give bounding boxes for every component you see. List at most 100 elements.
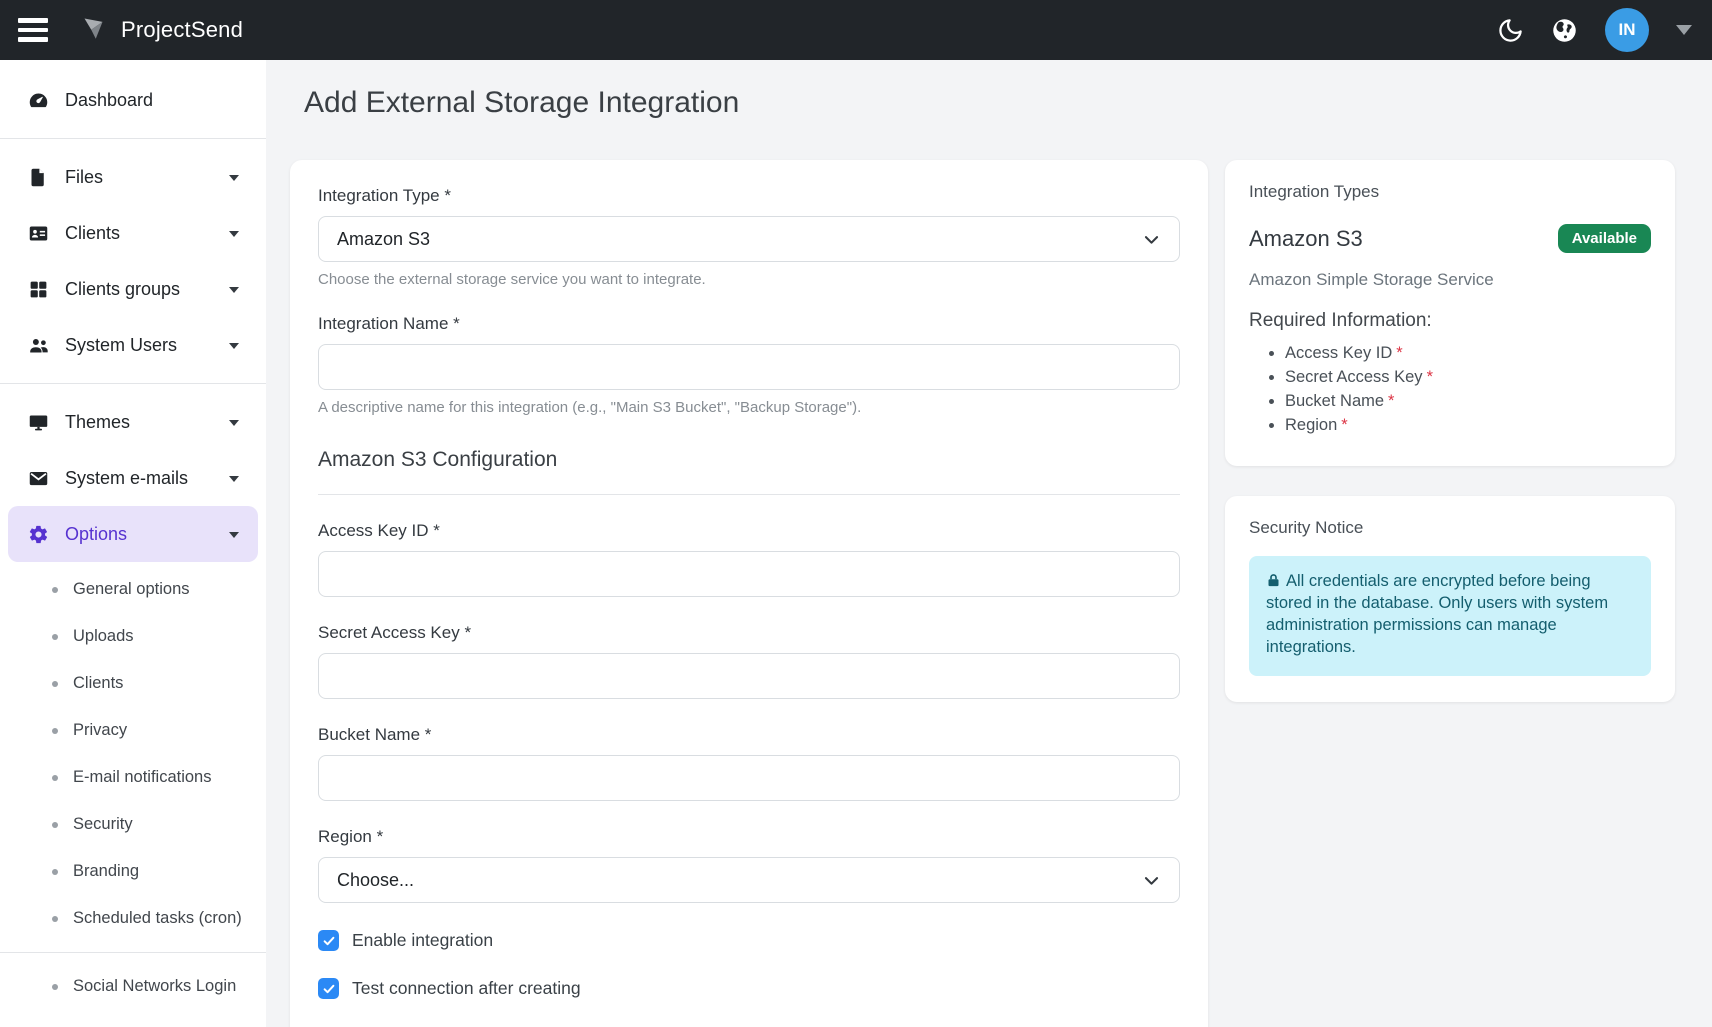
integration-form-card: Integration Type * Amazon S3 Choose the … (290, 160, 1208, 1027)
caret-down-icon (229, 476, 239, 487)
integration-types-title: Integration Types (1249, 182, 1651, 202)
caret-down-icon (229, 175, 239, 186)
service-name: Amazon S3 (1249, 226, 1363, 252)
bullet-icon (52, 728, 58, 734)
page-title: Add External Storage Integration (304, 86, 1675, 120)
integration-type-select[interactable]: Amazon S3 (318, 216, 1180, 262)
right-panel: Integration Types Amazon S3 Available Am… (1225, 160, 1675, 702)
security-notice-title: Security Notice (1249, 518, 1651, 538)
check-icon (322, 982, 336, 996)
bullet-icon (52, 681, 58, 687)
sidebar-item-label: Dashboard (65, 90, 153, 111)
gear-icon (28, 524, 49, 545)
dark-mode-moon-icon[interactable] (1497, 17, 1524, 44)
sidebar-item-label: Options (65, 524, 127, 545)
access-key-input[interactable] (318, 551, 1180, 597)
bullet-icon (52, 822, 58, 828)
sidebar-item-themes[interactable]: Themes (0, 394, 266, 450)
sidebar-subitem-scheduled-tasks[interactable]: Scheduled tasks (cron) (0, 895, 266, 942)
sidebar-item-label: System Users (65, 335, 177, 356)
sidebar-item-label: Clients groups (65, 279, 180, 300)
bullet-icon (52, 634, 58, 640)
main-content: Add External Storage Integration Integra… (266, 60, 1712, 1027)
sidebar-subitem-branding[interactable]: Branding (0, 848, 266, 895)
required-item: Access Key ID* (1285, 344, 1651, 363)
sidebar-subitem-privacy[interactable]: Privacy (0, 707, 266, 754)
enable-integration-label: Enable integration (352, 930, 493, 951)
sidebar-subitem-label: Security (73, 815, 133, 834)
bullet-icon (52, 587, 58, 593)
sidebar-subitem-security[interactable]: Security (0, 801, 266, 848)
bullet-icon (52, 775, 58, 781)
sidebar-subitem-general-options[interactable]: General options (0, 566, 266, 613)
required-item-label: Secret Access Key (1285, 368, 1423, 386)
required-item-label: Bucket Name (1285, 392, 1384, 410)
access-key-label: Access Key ID * (318, 521, 1180, 541)
hamburger-menu-icon[interactable] (12, 12, 54, 48)
bucket-name-label: Bucket Name * (318, 725, 1180, 745)
check-icon (322, 934, 336, 948)
sidebar-subitem-uploads[interactable]: Uploads (0, 613, 266, 660)
brand-logo-icon (80, 14, 107, 46)
users-icon (28, 335, 49, 356)
sidebar-item-dashboard[interactable]: Dashboard (0, 72, 266, 128)
required-item-label: Access Key ID (1285, 344, 1392, 362)
service-description: Amazon Simple Storage Service (1249, 270, 1651, 290)
sidebar-item-clients[interactable]: Clients (0, 205, 266, 261)
sidebar-item-clients-groups[interactable]: Clients groups (0, 261, 266, 317)
required-mark: * (1396, 344, 1402, 362)
sidebar-subitem-clients[interactable]: Clients (0, 660, 266, 707)
integration-type-value: Amazon S3 (337, 229, 430, 250)
sidebar-subitem-label: Social Networks Login (73, 977, 236, 996)
sidebar-subitem-social-networks-login[interactable]: Social Networks Login (0, 963, 266, 1010)
user-avatar[interactable]: IN (1605, 8, 1649, 52)
test-connection-checkbox[interactable] (318, 978, 339, 999)
required-item: Region* (1285, 416, 1651, 435)
security-alert-text: All credentials are encrypted before bei… (1266, 572, 1608, 656)
user-menu-caret-icon[interactable] (1676, 25, 1692, 43)
language-globe-icon[interactable] (1551, 17, 1578, 44)
caret-down-icon (229, 231, 239, 242)
enable-integration-checkbox[interactable] (318, 930, 339, 951)
integration-type-help: Choose the external storage service you … (318, 271, 1180, 288)
integration-name-help: A descriptive name for this integration … (318, 399, 1180, 416)
region-label: Region * (318, 827, 1180, 847)
integration-type-label: Integration Type * (318, 186, 1180, 206)
lock-icon (1266, 573, 1281, 588)
sidebar-item-options[interactable]: Options (8, 506, 258, 562)
integration-types-card: Integration Types Amazon S3 Available Am… (1225, 160, 1675, 466)
required-item: Secret Access Key* (1285, 368, 1651, 387)
integration-name-label: Integration Name * (318, 314, 1180, 334)
bullet-icon (52, 916, 58, 922)
required-mark: * (1388, 392, 1394, 410)
region-select[interactable]: Choose... (318, 857, 1180, 903)
s3-configuration-heading: Amazon S3 Configuration (318, 448, 1180, 472)
caret-down-icon (229, 343, 239, 354)
security-notice-card: Security Notice All credentials are encr… (1225, 496, 1675, 702)
address-card-icon (28, 223, 49, 244)
sidebar-item-label: Files (65, 167, 103, 188)
chevron-down-icon (1142, 230, 1161, 249)
bucket-name-input[interactable] (318, 755, 1180, 801)
monitor-icon (28, 412, 49, 433)
brand[interactable]: ProjectSend (80, 14, 243, 46)
dashboard-icon (28, 90, 49, 111)
required-item: Bucket Name* (1285, 392, 1651, 411)
integration-name-input[interactable] (318, 344, 1180, 390)
available-badge: Available (1558, 224, 1651, 253)
brand-name: ProjectSend (121, 17, 243, 43)
required-information-title: Required Information: (1249, 310, 1651, 332)
caret-down-icon (229, 420, 239, 431)
secret-key-input[interactable] (318, 653, 1180, 699)
sidebar-item-files[interactable]: Files (0, 149, 266, 205)
required-mark: * (1427, 368, 1433, 386)
test-connection-label: Test connection after creating (352, 978, 581, 999)
sidebar-subitem-label: Branding (73, 862, 139, 881)
sidebar-item-system-users[interactable]: System Users (0, 317, 266, 373)
sidebar-subitem-label: Privacy (73, 721, 127, 740)
sidebar-item-system-emails[interactable]: System e-mails (0, 450, 266, 506)
secret-key-label: Secret Access Key * (318, 623, 1180, 643)
sidebar-subitem-email-notifications[interactable]: E-mail notifications (0, 754, 266, 801)
envelope-icon (28, 468, 49, 489)
sidebar-item-label: Clients (65, 223, 120, 244)
